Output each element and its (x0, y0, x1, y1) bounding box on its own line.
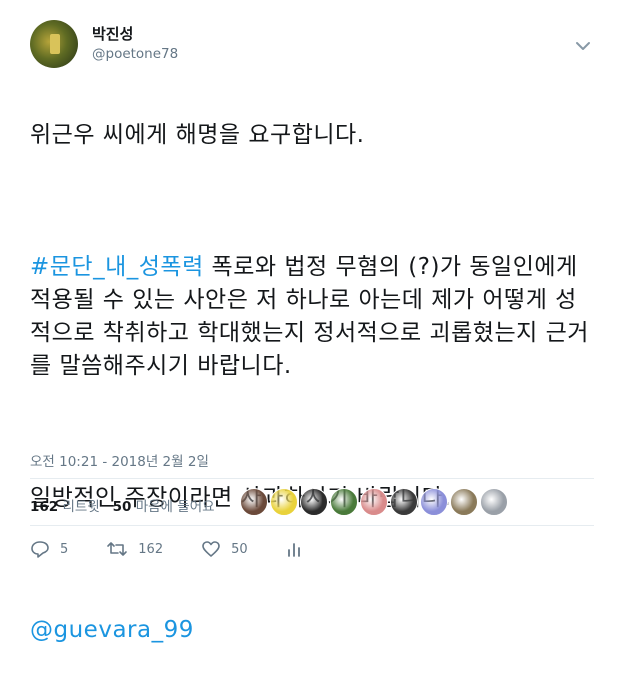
divider (30, 525, 594, 526)
likes-stat[interactable]: 50 마음에 들어요 (113, 499, 215, 515)
avatar-figure (50, 34, 60, 54)
tweet-paragraph-2: #문단_내_성폭력 폭로와 법정 무혐의 (?)가 동일인에게 적용될 수 있는… (30, 251, 594, 383)
liker-avatar[interactable] (270, 488, 298, 516)
liker-avatar[interactable] (450, 488, 478, 516)
chevron-down-icon[interactable] (574, 38, 592, 52)
tweet-actions: 5 162 50 (30, 540, 350, 558)
retweet-button[interactable]: 162 (106, 540, 163, 558)
liker-avatar[interactable] (390, 488, 418, 516)
tweet-paragraph-1: 위근우 씨에게 해명을 요구합니다. (30, 122, 365, 148)
analytics-button[interactable] (286, 540, 312, 558)
liker-avatar[interactable] (480, 488, 508, 516)
tweet-timestamp[interactable]: 오전 10:21 - 2018년 2월 2일 (30, 450, 209, 470)
liker-avatars (240, 488, 508, 516)
divider (30, 478, 594, 479)
liker-avatar[interactable] (240, 488, 268, 516)
mention-link[interactable]: @guevara_99 (30, 617, 194, 643)
heart-icon (202, 541, 220, 557)
retweets-stat[interactable]: 162 리트윗 (30, 499, 100, 515)
analytics-icon (287, 543, 300, 557)
liker-avatar[interactable] (420, 488, 448, 516)
reply-button[interactable]: 5 (30, 540, 68, 558)
liker-avatar[interactable] (330, 488, 358, 516)
user-name[interactable]: 박진성 (92, 23, 133, 44)
liker-avatar[interactable] (360, 488, 388, 516)
engagement-stats: 162 리트윗 50 마음에 들어요 (30, 495, 215, 515)
reply-icon (31, 541, 49, 558)
tweet-text: 위근우 씨에게 해명을 요구합니다. #문단_내_성폭력 폭로와 법정 무혐의 … (30, 86, 594, 680)
retweet-icon (107, 542, 128, 556)
avatar[interactable] (30, 20, 78, 68)
user-handle[interactable]: @poetone78 (92, 46, 178, 62)
liker-avatar[interactable] (300, 488, 328, 516)
like-button[interactable]: 50 (201, 540, 248, 558)
hashtag-link[interactable]: #문단_내_성폭력 (30, 254, 204, 280)
